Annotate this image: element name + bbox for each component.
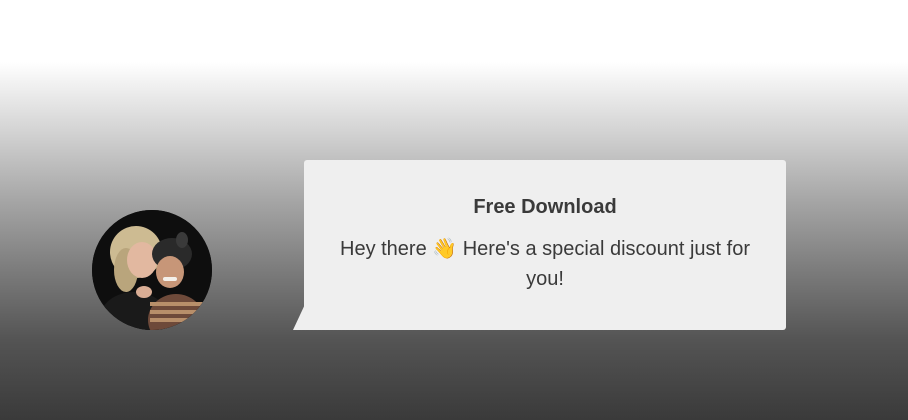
popup-message: Hey there 👋 Here's a special discount ju… — [340, 238, 751, 290]
speech-bubble[interactable]: Free Download Hey there 👋 Here's a speci… — [304, 160, 786, 330]
avatar — [92, 210, 212, 330]
avatar-photo — [92, 210, 212, 330]
popup-title: Free Download — [473, 196, 617, 218]
